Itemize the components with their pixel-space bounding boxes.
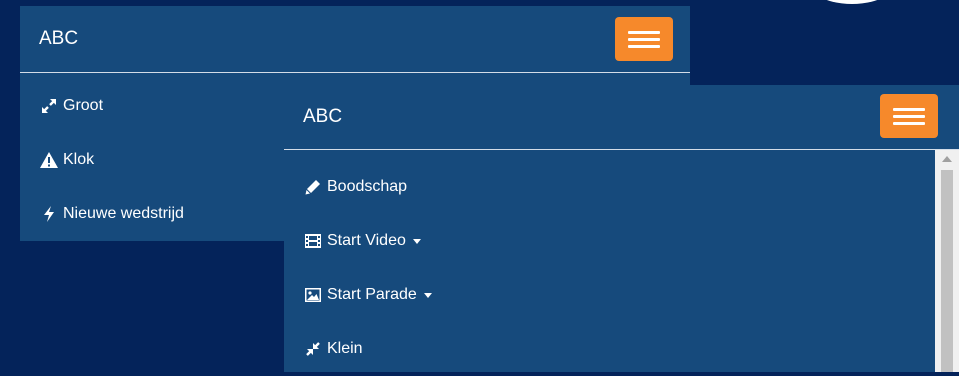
caret-down-icon xyxy=(423,292,432,298)
hamburger-icon-bar xyxy=(893,121,925,125)
navbar-brand[interactable]: ABC xyxy=(39,28,78,50)
menu-toggle-button[interactable] xyxy=(880,94,938,138)
decorative-circle xyxy=(800,0,904,4)
warning-icon xyxy=(39,150,59,170)
bolt-icon xyxy=(39,204,59,224)
menu-item-label: Start Parade xyxy=(327,286,417,303)
pencil-icon xyxy=(303,177,323,197)
menu-item-label: Boodschap xyxy=(327,178,408,195)
hamburger-icon-bar xyxy=(628,37,660,41)
menu-item-label: Groot xyxy=(63,97,104,114)
hamburger-icon-bar xyxy=(893,107,925,111)
hamburger-icon-bar xyxy=(893,114,925,118)
menu-item-boodschap[interactable]: Boodschap xyxy=(284,160,959,214)
menu-item-label: Nieuwe wedstrijd xyxy=(63,205,184,222)
menu-item-start-video[interactable]: Start Video xyxy=(284,214,959,268)
caret-down-icon xyxy=(412,238,421,244)
menu-item-label: Start Video xyxy=(327,232,406,249)
navbar-header: ABC xyxy=(20,6,690,73)
navbar-header: ABC xyxy=(284,85,959,150)
scrollbar-thumb[interactable] xyxy=(941,170,953,372)
expand-icon xyxy=(39,96,59,116)
menu-item-label: Klok xyxy=(63,151,95,168)
picture-icon xyxy=(303,285,323,305)
menu-item-start-parade[interactable]: Start Parade xyxy=(284,268,959,322)
menu-item-label: Klein xyxy=(327,340,363,357)
film-icon xyxy=(303,231,323,251)
scroll-up-arrow-icon[interactable] xyxy=(935,150,959,168)
compress-icon xyxy=(303,339,323,359)
menu-item-klein[interactable]: Klein xyxy=(284,322,959,376)
navbar-brand[interactable]: ABC xyxy=(303,106,342,128)
menu-toggle-button[interactable] xyxy=(615,17,673,61)
hamburger-icon-bar xyxy=(628,30,660,34)
hamburger-icon-bar xyxy=(628,44,660,48)
vertical-scrollbar[interactable] xyxy=(935,150,959,372)
navbar-panel-front: ABC Boodschap Start Video Start Parade K… xyxy=(284,85,959,372)
nav-menu: Boodschap Start Video Start Parade Klein xyxy=(284,150,959,376)
